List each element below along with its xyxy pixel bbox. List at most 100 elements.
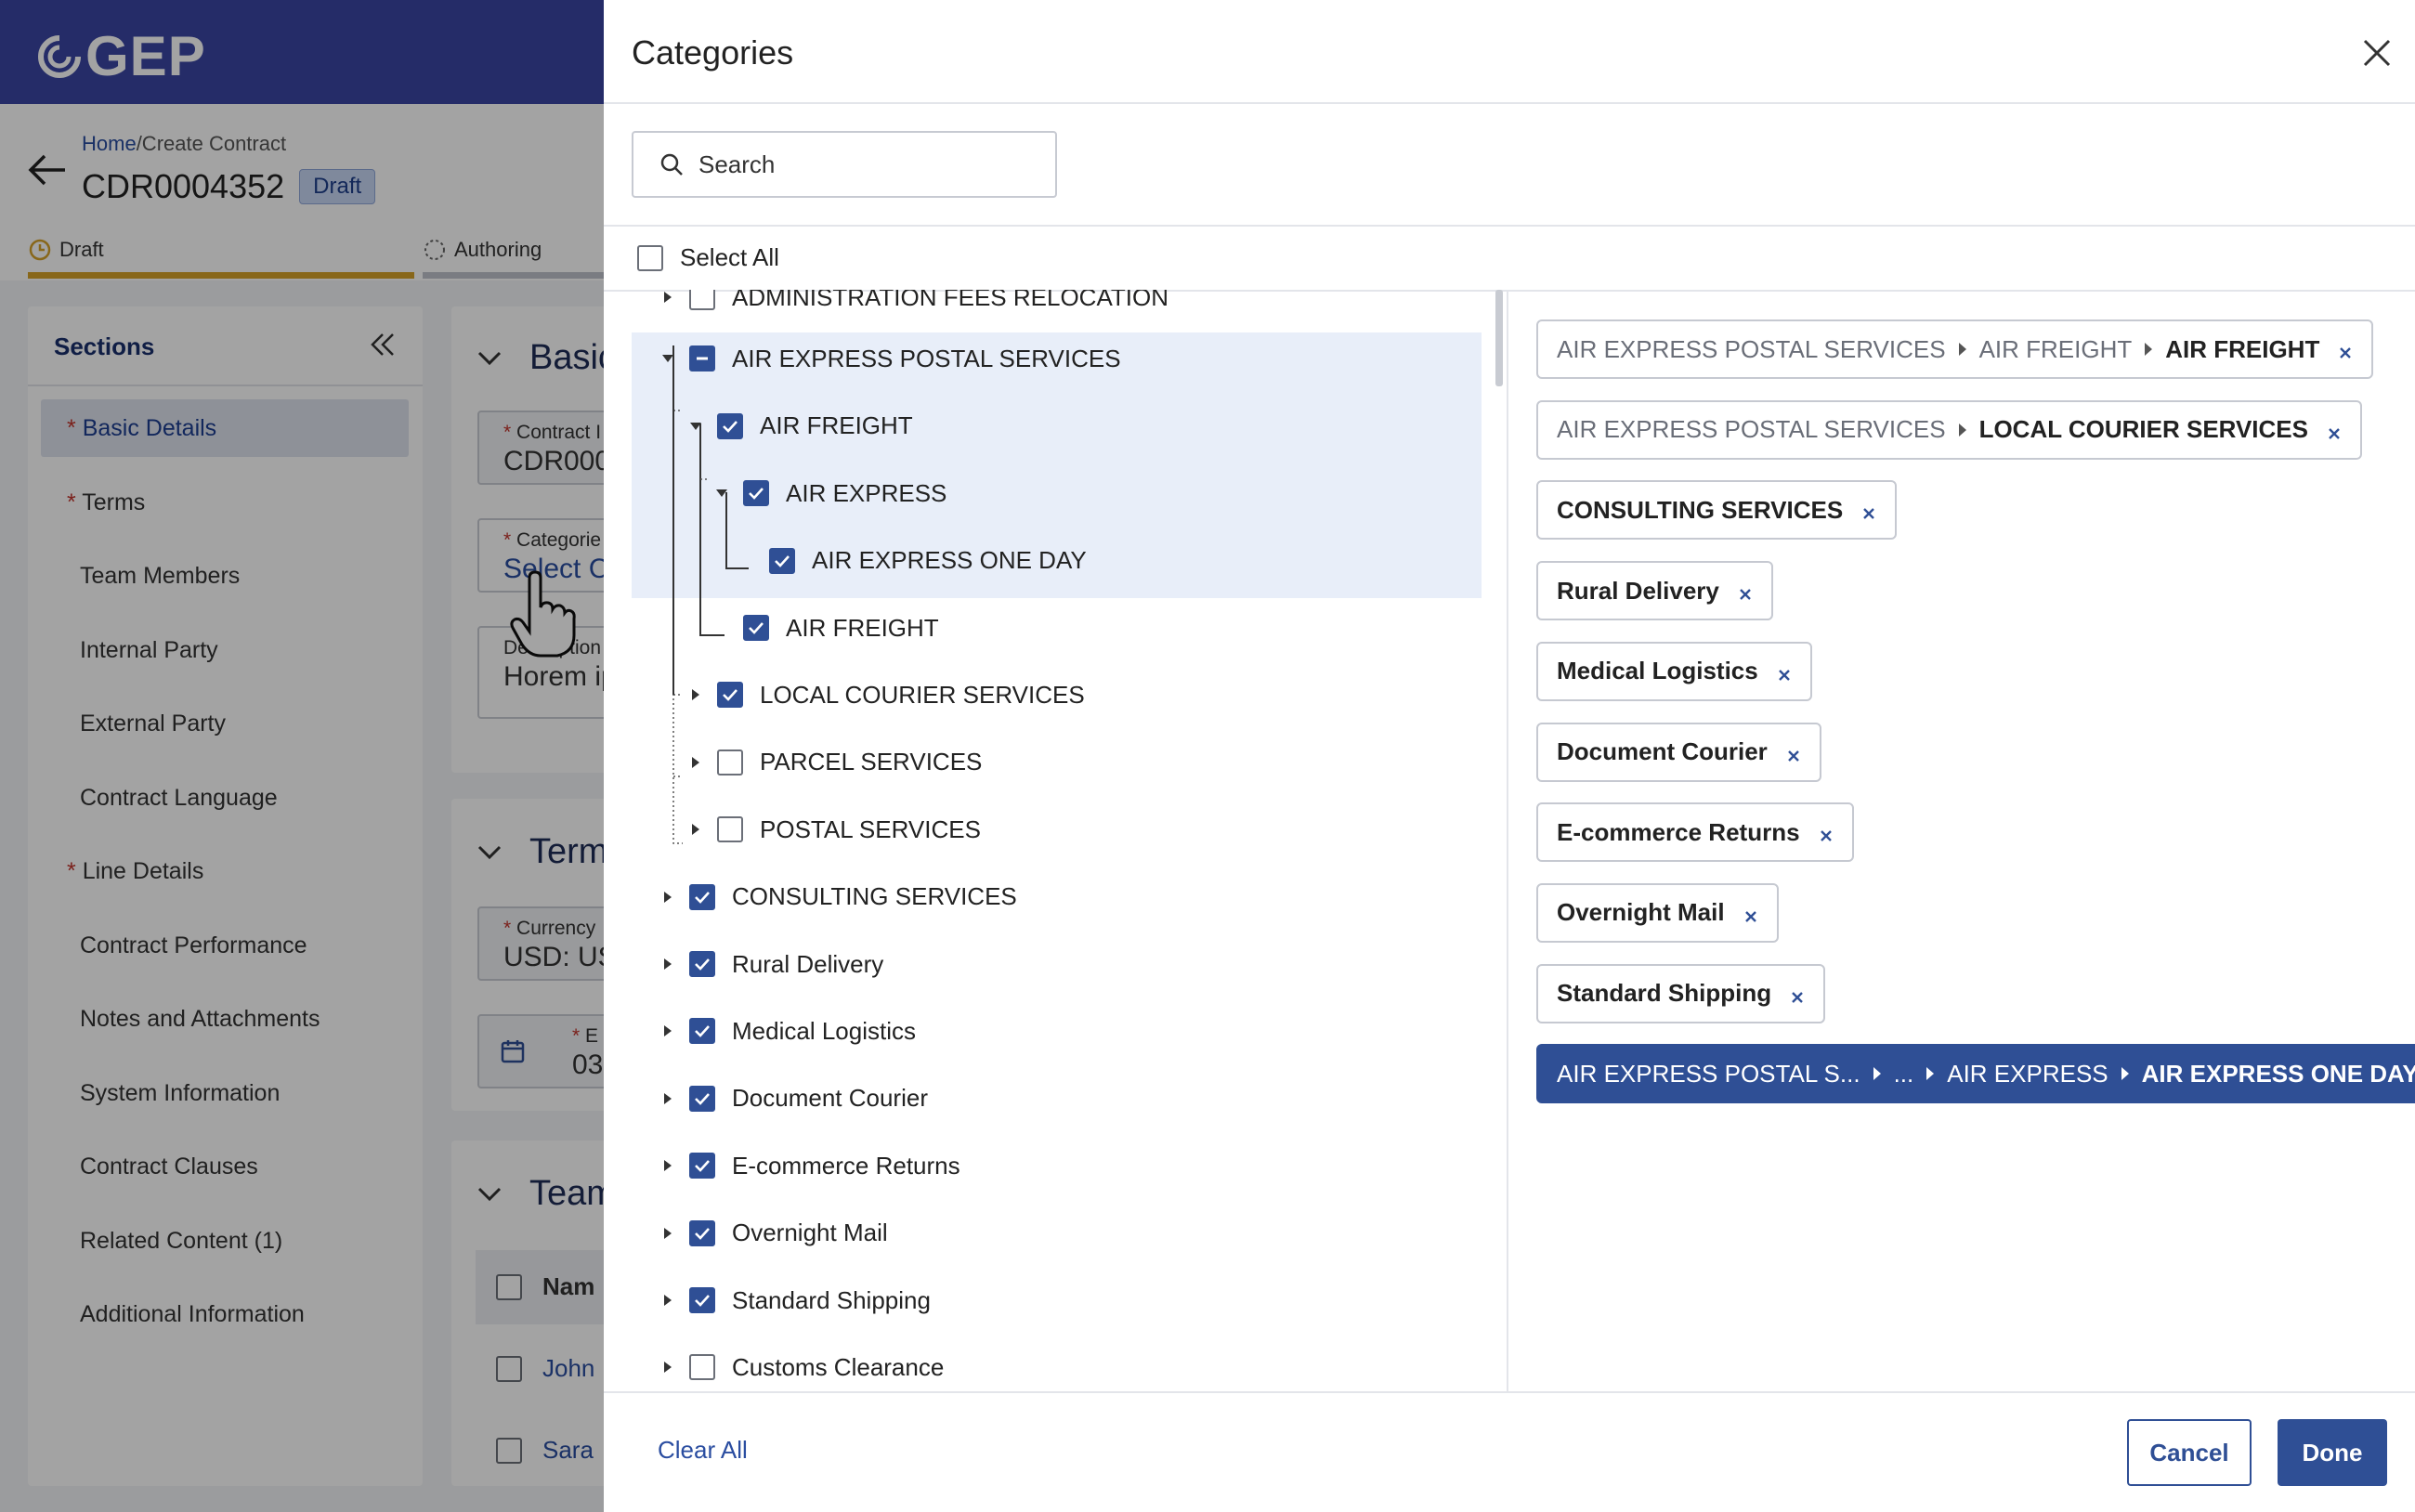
caret-right-icon[interactable] (659, 290, 676, 306)
caret-down-icon[interactable] (687, 418, 704, 435)
selected-category-chip[interactable]: AIR EXPRESS POSTAL SERVICES LOCAL COURIER… (1536, 399, 2362, 460)
tree-node-label: Standard Shipping (732, 1285, 931, 1314)
tree-node-label: LOCAL COURIER SERVICES (760, 680, 1085, 709)
chip-path-segment: ... (1893, 1059, 1914, 1088)
selected-category-chip[interactable]: Standard Shipping (1536, 963, 1826, 1023)
tree-checkbox[interactable] (717, 816, 743, 843)
tree-checkbox[interactable] (689, 951, 715, 977)
caret-right-icon[interactable] (659, 1225, 676, 1242)
tree-checkbox[interactable] (743, 615, 769, 641)
selected-category-chip[interactable]: Rural Delivery (1536, 561, 1773, 621)
search-input[interactable]: Search (632, 131, 1057, 198)
selected-category-chip[interactable]: AIR EXPRESS POSTAL S...... AIR EXPRESS AIR… (1536, 1044, 2415, 1104)
select-all[interactable]: Select All (637, 243, 779, 272)
caret-right-icon[interactable] (659, 1292, 676, 1309)
caret-right-icon[interactable] (687, 686, 704, 703)
tree-node-label: Overnight Mail (732, 1219, 888, 1247)
remove-chip-icon[interactable] (2336, 340, 2355, 358)
tree-scrollbar[interactable] (1495, 290, 1503, 386)
tree-checkbox[interactable] (769, 547, 795, 574)
tree-node-label: PARCEL SERVICES (760, 748, 983, 776)
remove-chip-icon[interactable] (1860, 501, 1878, 520)
tree-checkbox[interactable] (689, 1219, 715, 1246)
tree-checkbox[interactable] (689, 1085, 715, 1112)
tree-checkbox[interactable] (689, 1287, 715, 1313)
tree-checkbox[interactable] (689, 290, 715, 310)
tree-node-label: Rural Delivery (732, 949, 884, 978)
tree-checkbox[interactable] (689, 1153, 715, 1180)
remove-chip-icon[interactable] (1736, 581, 1755, 600)
tree-node[interactable]: CONSULTING SERVICES (659, 879, 1017, 916)
tree-checkbox[interactable] (689, 883, 715, 910)
tree-node[interactable]: POSTAL SERVICES (687, 811, 981, 848)
tree-node[interactable]: LOCAL COURIER SERVICES (687, 676, 1085, 713)
tree-checkbox[interactable] (717, 682, 743, 709)
tree-node-label: E-commerce Returns (732, 1151, 960, 1180)
select-all-checkbox[interactable] (637, 244, 663, 271)
chip-path-segment: Overnight Mail (1557, 898, 1725, 927)
remove-chip-icon[interactable] (1817, 823, 1835, 842)
chip-path-segment: Rural Delivery (1557, 576, 1719, 605)
caret-down-icon[interactable] (659, 350, 676, 367)
caret-right-icon[interactable] (659, 956, 676, 972)
tree-node-label: Customs Clearance (732, 1352, 945, 1381)
remove-chip-icon[interactable] (1775, 662, 1794, 681)
tree-node-label: Document Courier (732, 1084, 928, 1113)
caret-right-icon (1958, 423, 1966, 437)
caret-down-icon[interactable] (713, 485, 730, 502)
tree-node-label: AIR FREIGHT (786, 613, 939, 642)
clear-all-link[interactable]: Clear All (658, 1436, 748, 1465)
selected-category-chip[interactable]: CONSULTING SERVICES (1536, 480, 1898, 541)
caret-right-icon[interactable] (659, 1090, 676, 1107)
tree-node[interactable]: AIR EXPRESS (713, 475, 946, 512)
header-divider (604, 102, 2415, 104)
chip-path-segment: AIR EXPRESS ONE DAY (2141, 1059, 2415, 1088)
tree-node[interactable]: AIR EXPRESS POSTAL SERVICES (659, 340, 1121, 377)
tree-node[interactable]: Rural Delivery (659, 945, 883, 983)
tree-node-label: POSTAL SERVICES (760, 815, 981, 843)
tree-checkbox[interactable] (717, 412, 743, 439)
tree-node[interactable]: Standard Shipping (659, 1282, 931, 1319)
caret-right-icon[interactable] (687, 821, 704, 838)
caret-right-icon[interactable] (687, 754, 704, 771)
categories-modal: Categories Search Select All ADMINISTRAT… (604, 0, 2415, 1512)
tree-node-label: AIR FREIGHT (760, 411, 913, 440)
caret-right-icon (1926, 1067, 1935, 1081)
caret-right-icon[interactable] (659, 1023, 676, 1039)
tree-node[interactable]: Customs Clearance (659, 1349, 944, 1386)
tree-checkbox[interactable] (689, 345, 715, 372)
close-icon[interactable] (2357, 33, 2396, 72)
tree-node[interactable]: AIR FREIGHT (687, 408, 913, 445)
selected-category-chip[interactable]: E-commerce Returns (1536, 802, 1854, 863)
cancel-button[interactable]: Cancel (2127, 1419, 2252, 1486)
caret-right-icon[interactable] (659, 1359, 676, 1375)
caret-right-icon[interactable] (659, 1157, 676, 1174)
tree-node[interactable]: ADMINISTRATION FEES RELOCATION (659, 290, 1168, 316)
tree-node[interactable]: AIR EXPRESS ONE DAY (739, 542, 1087, 580)
tree-node[interactable]: E-commerce Returns (659, 1147, 960, 1184)
caret-right-icon[interactable] (659, 889, 676, 906)
tree-node[interactable]: Medical Logistics (659, 1012, 916, 1049)
tree-node[interactable]: PARCEL SERVICES (687, 744, 982, 781)
selected-category-chip[interactable]: Document Courier (1536, 722, 1821, 782)
selected-category-chip[interactable]: Medical Logistics (1536, 641, 1812, 701)
tree-node[interactable]: AIR FREIGHT (713, 609, 939, 646)
remove-chip-icon[interactable] (2325, 421, 2343, 439)
remove-chip-icon[interactable] (1742, 904, 1760, 922)
tree-checkbox[interactable] (717, 749, 743, 776)
chip-path-segment: Standard Shipping (1557, 979, 1772, 1008)
selected-category-chip[interactable]: Overnight Mail (1536, 882, 1779, 943)
remove-chip-icon[interactable] (1788, 984, 1807, 1003)
selected-category-chip[interactable]: AIR EXPRESS POSTAL SERVICES AIR FREIGHT AI… (1536, 319, 2374, 379)
tree-checkbox[interactable] (689, 1354, 715, 1381)
search-icon (660, 153, 683, 176)
tree-node[interactable]: Document Courier (659, 1080, 928, 1117)
remove-chip-icon[interactable] (1784, 743, 1803, 762)
tree-node[interactable]: Overnight Mail (659, 1215, 888, 1252)
tree-checkbox[interactable] (689, 1018, 715, 1045)
chip-path-segment: AIR EXPRESS (1947, 1059, 2108, 1088)
select-all-label: Select All (680, 243, 779, 271)
tree-checkbox[interactable] (743, 480, 769, 507)
done-button[interactable]: Done (2278, 1419, 2387, 1486)
